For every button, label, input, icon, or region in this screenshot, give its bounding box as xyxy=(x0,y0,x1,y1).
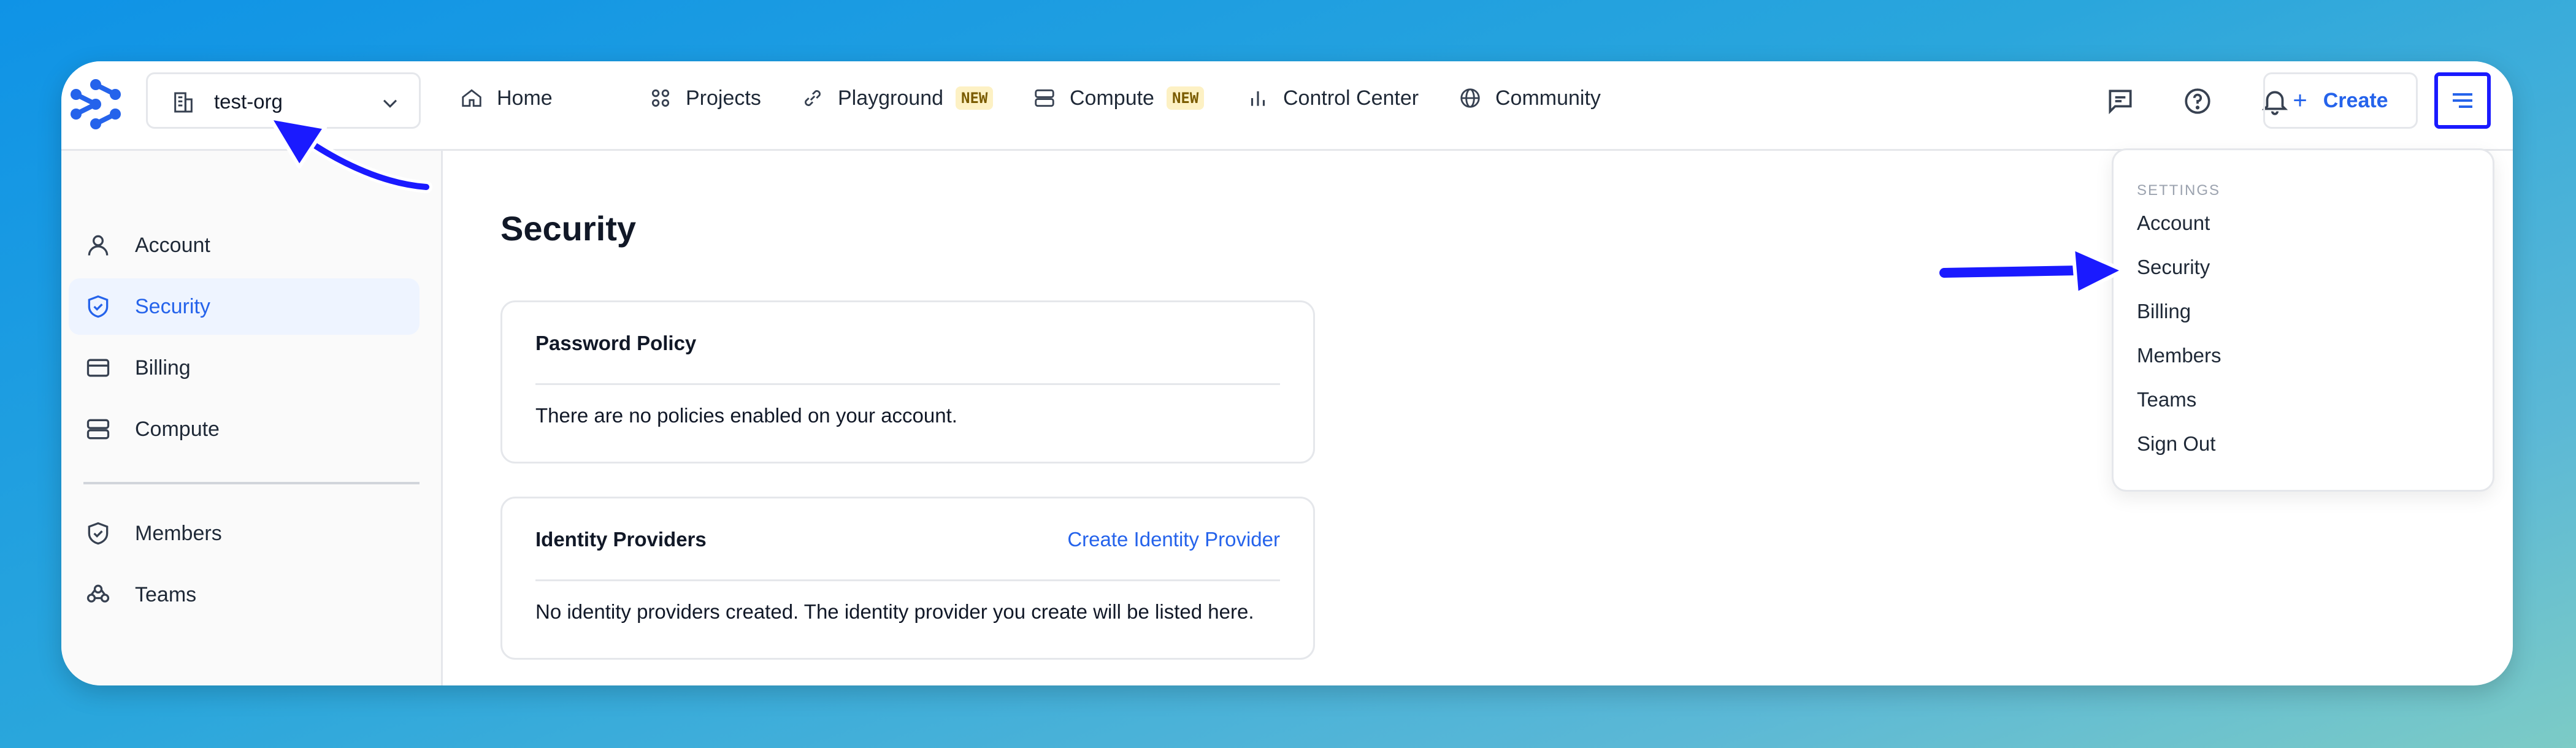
link-icon xyxy=(805,90,821,106)
nav-home[interactable]: Home xyxy=(460,85,553,112)
create-button[interactable]: + Create xyxy=(2263,72,2418,129)
nav-playground-label: Playground xyxy=(838,86,944,110)
nav-community-label: Community xyxy=(1495,86,1601,110)
dropdown-item-members[interactable]: Members xyxy=(2137,344,2221,367)
identity-providers-card: Identity Providers Create Identity Provi… xyxy=(500,497,1315,660)
nav-playground[interactable]: Playground NEW xyxy=(801,85,994,112)
nav-control-center-label: Control Center xyxy=(1283,86,1419,110)
dropdown-item-security[interactable]: Security xyxy=(2137,256,2210,279)
page-title: Security xyxy=(500,209,636,248)
dropdown-item-billing[interactable]: Billing xyxy=(2137,300,2191,323)
nav-projects[interactable]: Projects xyxy=(649,85,761,112)
logo-icon[interactable] xyxy=(67,76,124,132)
settings-sidebar: Account Security Billing Compute Members… xyxy=(61,151,443,685)
nav-projects-label: Projects xyxy=(686,86,761,110)
sidebar-item-label: Account xyxy=(135,233,210,257)
sidebar-item-compute[interactable]: Compute xyxy=(69,401,420,457)
new-badge: NEW xyxy=(1166,86,1205,110)
card-text: There are no policies enabled on your ac… xyxy=(535,404,957,427)
card-divider xyxy=(535,579,1280,581)
nav-control-center[interactable]: Control Center xyxy=(1246,85,1419,112)
user-icon xyxy=(88,235,109,256)
hamburger-menu-button[interactable] xyxy=(2434,72,2491,129)
create-identity-provider-link[interactable]: Create Identity Provider xyxy=(1067,528,1280,551)
card-text: No identity providers created. The ident… xyxy=(535,600,1254,623)
server-icon xyxy=(86,419,110,440)
card-divider xyxy=(535,383,1280,385)
dropdown-heading: SETTINGS xyxy=(2137,182,2221,199)
dropdown-item-teams[interactable]: Teams xyxy=(2137,388,2196,411)
bar-chart-icon xyxy=(1251,91,1265,106)
sidebar-item-label: Members xyxy=(135,521,222,545)
credit-card-icon xyxy=(86,359,110,377)
globe-icon xyxy=(1460,88,1480,108)
feedback-icon[interactable] xyxy=(2105,86,2136,116)
nav-community[interactable]: Community xyxy=(1459,85,1601,112)
sidebar-item-billing[interactable]: Billing xyxy=(69,340,420,396)
menu-icon xyxy=(2453,93,2472,108)
sidebar-divider xyxy=(83,482,420,484)
building-icon xyxy=(174,92,193,113)
card-title: Identity Providers xyxy=(535,528,707,551)
sidebar-item-label: Compute xyxy=(135,417,220,441)
plus-icon: + xyxy=(2293,86,2307,114)
grid-icon xyxy=(651,89,670,107)
password-policy-card: Password Policy There are no policies en… xyxy=(500,300,1315,464)
dropdown-item-sign-out[interactable]: Sign Out xyxy=(2137,432,2215,456)
sidebar-item-account[interactable]: Account xyxy=(69,217,420,273)
sidebar-item-members[interactable]: Members xyxy=(69,505,420,562)
shield-check-icon xyxy=(88,295,109,318)
help-icon[interactable] xyxy=(2182,86,2213,116)
settings-dropdown-menu: SETTINGS Account Security Billing Member… xyxy=(2112,148,2494,492)
sidebar-item-teams[interactable]: Teams xyxy=(69,567,420,623)
dropdown-item-account[interactable]: Account xyxy=(2137,212,2210,235)
shield-check-icon xyxy=(88,522,109,545)
nav-home-label: Home xyxy=(497,86,553,110)
home-icon xyxy=(462,89,481,107)
annotation-arrow-org xyxy=(268,116,432,193)
annotation-arrow-security xyxy=(1936,246,2125,296)
nav-compute[interactable]: Compute NEW xyxy=(1033,85,1205,112)
sidebar-item-label: Security xyxy=(135,294,210,318)
team-icon xyxy=(86,584,110,603)
sidebar-item-label: Billing xyxy=(135,356,191,380)
sidebar-item-label: Teams xyxy=(135,582,197,606)
sidebar-item-security[interactable]: Security xyxy=(69,278,420,335)
new-badge: NEW xyxy=(956,86,994,110)
nav-compute-label: Compute xyxy=(1070,86,1154,110)
server-icon xyxy=(1035,89,1054,107)
create-button-label: Create xyxy=(2323,88,2388,112)
card-title: Password Policy xyxy=(535,332,697,354)
